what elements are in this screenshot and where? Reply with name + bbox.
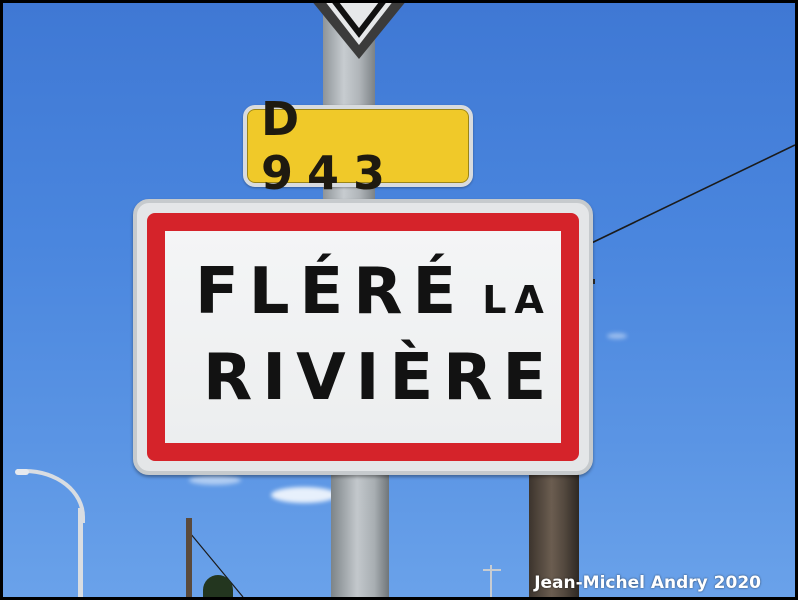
town-name-article: LA	[482, 278, 552, 322]
town-entry-sign: FLÉRÉ LA RIVIÈRE	[133, 199, 593, 475]
street-lamp-pole	[78, 508, 83, 597]
tree	[203, 575, 233, 597]
signpost-pole-lower	[331, 473, 389, 597]
town-sign-red-border: FLÉRÉ LA RIVIÈRE	[147, 213, 579, 461]
town-name-line1: FLÉRÉ LA	[195, 255, 552, 329]
antenna-crossbar	[483, 569, 501, 571]
town-name-main: FLÉRÉ	[195, 255, 467, 329]
road-number-plate: D 943	[243, 92, 473, 200]
yield-sign	[313, 3, 405, 59]
distant-pole	[186, 518, 192, 597]
town-name-line2: RIVIÈRE	[203, 341, 557, 415]
photographer-credit: Jean-Michel Andry 2020	[534, 573, 761, 593]
street-lamp-head	[15, 469, 29, 475]
photo-frame: D 943 FLÉRÉ LA RIVIÈRE Jean-Michel Andry …	[3, 3, 795, 597]
road-number: D 943	[261, 92, 400, 200]
